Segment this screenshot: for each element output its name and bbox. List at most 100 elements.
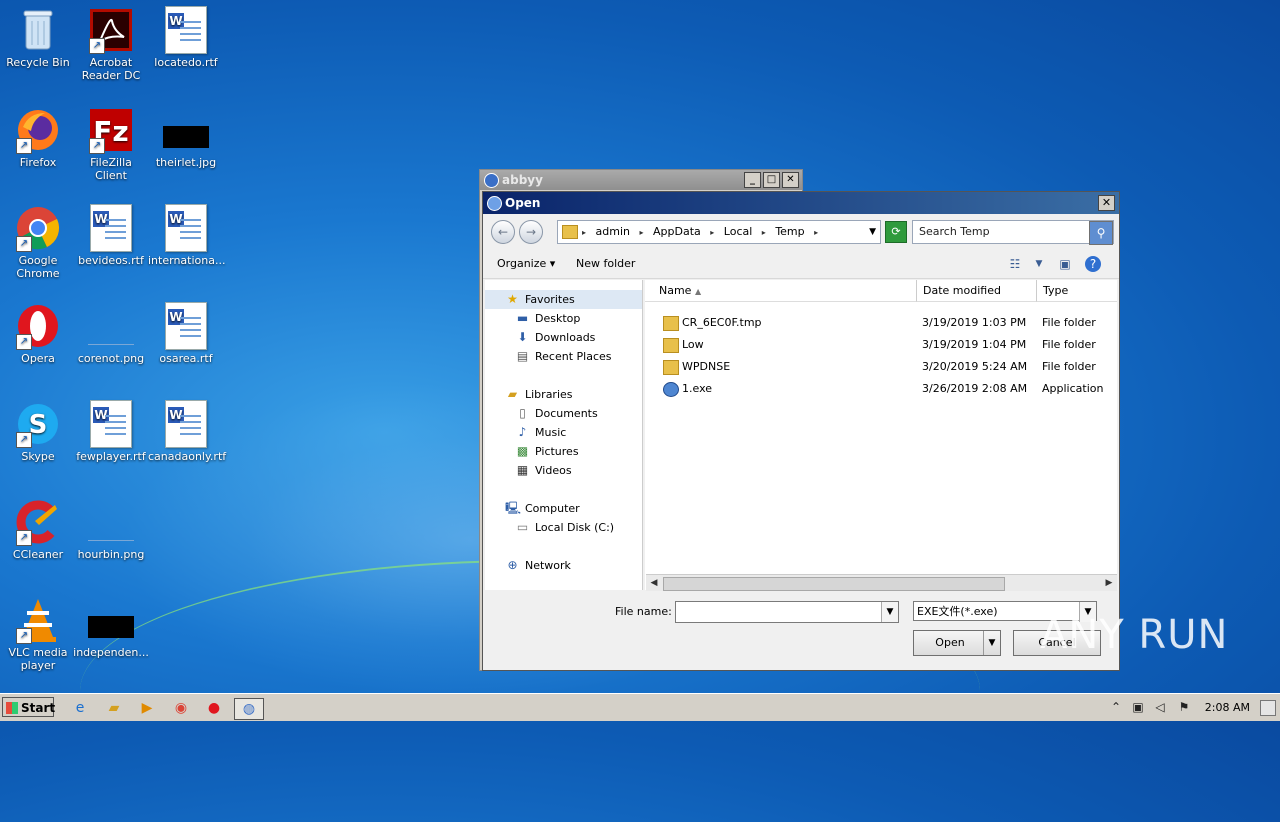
breadcrumb-temp[interactable]: Temp [775,225,804,238]
help-icon[interactable]: ? [1085,256,1101,272]
nav-network[interactable]: ⊕ Network [485,556,642,575]
show-desktop-button[interactable] [1260,700,1276,716]
start-button[interactable]: Start [2,697,55,717]
app-icon [484,173,499,188]
horizontal-scrollbar[interactable]: ◀ ▶ [646,574,1117,591]
nav-favorites[interactable]: ★ Favorites [485,290,642,309]
file-date: 3/19/2019 1:03 PM [922,316,1027,329]
breadcrumb-admin[interactable]: admin [596,225,630,238]
abbyy-title-bar[interactable]: abbyy _ □ ✕ [480,170,802,190]
clock[interactable]: 2:08 AM [1205,694,1250,721]
nav-pictures[interactable]: ▩ Pictures [485,442,642,461]
desktop-icon-skype[interactable]: S ↗ Skype [0,400,76,463]
minimize-button[interactable]: _ [744,172,761,188]
file-explorer-icon[interactable]: ▰ [104,698,124,718]
abbyy-taskbar-button[interactable]: ◍ [234,698,264,720]
file-row[interactable]: CR_6EC0F.tmp 3/19/2019 1:03 PM File fold… [645,312,1117,334]
desktop-icon-locatedo[interactable]: W locatedo.rtf [148,6,224,69]
search-icon[interactable]: ⚲ [1089,221,1113,245]
show-hidden-icons-icon[interactable]: ⌃ [1108,698,1124,716]
nav-music[interactable]: ♪ Music [485,423,642,442]
dialog-title-bar[interactable]: Open ✕ [483,192,1119,214]
chevron-down-icon[interactable]: ▼ [1031,256,1047,272]
breadcrumb-separator-icon[interactable]: ▸ [814,228,818,237]
breadcrumb-appdata[interactable]: AppData [653,225,701,238]
file-row[interactable]: WPDNSE 3/20/2019 5:24 AM File folder [645,356,1117,378]
desktop-icon-acrobat[interactable]: ↗ Acrobat Reader DC [73,6,149,82]
desktop-icon-firefox[interactable]: ↗ Firefox [0,106,76,169]
application-icon [663,382,679,397]
desktop-icon-corenot[interactable]: corenot.png [73,302,149,365]
opera-icon[interactable]: ● [204,698,224,718]
scroll-left-icon[interactable]: ◀ [646,575,662,591]
close-button[interactable]: ✕ [782,172,799,188]
scrollbar-thumb[interactable] [663,577,1005,591]
maximize-button[interactable]: □ [763,172,780,188]
refresh-icon[interactable]: ⟳ [885,221,907,243]
forward-button[interactable]: → [519,220,543,244]
nav-desktop[interactable]: ▬ Desktop [485,309,642,328]
volume-icon[interactable]: ◁ [1152,698,1168,716]
new-folder-button[interactable]: New folder [576,250,635,278]
chevron-down-icon[interactable]: ▼ [983,631,1000,655]
desktop-icon-osarea[interactable]: W osarea.rtf [148,302,224,365]
nav-local-disk[interactable]: ▭ Local Disk (C:) [485,518,642,537]
column-header-name[interactable]: Name ▲ [645,280,917,302]
column-header-date[interactable]: Date modified [917,280,1037,302]
nav-computer[interactable]: 🖳 Computer [485,499,642,518]
desktop-icon-fewplayer[interactable]: W fewplayer.rtf [73,400,149,463]
desktop-icon-chrome[interactable]: ↗ Google Chrome [0,204,76,280]
open-dialog[interactable]: Open ✕ ← → ▸ admin ▸ AppData ▸ Local ▸ T… [482,191,1120,671]
address-bar[interactable]: ▸ admin ▸ AppData ▸ Local ▸ Temp ▸ ▼ [557,220,881,244]
breadcrumb-separator-icon[interactable]: ▸ [762,228,766,237]
navigation-pane: ★ Favorites ▬ Desktop ⬇ Downloads ▤ Rece… [485,280,643,590]
chevron-down-icon[interactable]: ▼ [881,602,898,622]
file-row[interactable]: Low 3/19/2019 1:04 PM File folder [645,334,1117,356]
dialog-close-button[interactable]: ✕ [1098,195,1115,211]
desktop-icon-opera[interactable]: ↗ Opera [0,302,76,365]
folder-icon [562,225,578,239]
shortcut-arrow-icon: ↗ [89,38,105,54]
back-button[interactable]: ← [491,220,515,244]
network-tray-icon[interactable]: ▣ [1130,698,1146,716]
chrome-icon[interactable]: ◉ [171,698,191,718]
dialog-footer: File name: ▼ EXE文件(*.exe) ▼ Open ▼ Cance… [483,592,1119,670]
search-input[interactable]: Search Temp ⚲ [912,220,1114,245]
abbyy-title: abbyy [502,173,543,187]
media-player-icon[interactable]: ▶ [137,698,157,718]
breadcrumb-separator-icon[interactable]: ▸ [639,228,643,237]
internet-explorer-icon[interactable]: e [70,698,90,718]
desktop-icon-canadaonly[interactable]: W canadaonly.rtf [148,400,226,463]
scroll-right-icon[interactable]: ▶ [1101,575,1117,591]
file-name-input[interactable] [676,602,879,620]
breadcrumb-separator-icon[interactable]: ▸ [710,228,714,237]
chevron-down-icon[interactable]: ▼ [869,221,876,243]
desktop-icon-filezilla[interactable]: Fz ↗ FileZilla Client [73,106,149,182]
file-row[interactable]: 1.exe 3/26/2019 2:08 AM Application [645,378,1117,400]
desktop-icon-recycle-bin[interactable]: Recycle Bin [0,6,76,69]
nav-downloads[interactable]: ⬇ Downloads [485,328,642,347]
file-name-field[interactable]: ▼ [675,601,899,623]
desktop-icon-internationa[interactable]: W internationa... [148,204,225,267]
image-icon [87,302,135,350]
desktop-icon-independen[interactable]: independen... [73,596,149,659]
view-options-icon[interactable]: ☷ [1007,256,1023,272]
action-center-flag-icon[interactable]: ⚑ [1176,698,1192,716]
nav-videos[interactable]: ▦ Videos [485,461,642,480]
open-button[interactable]: Open ▼ [913,630,1001,656]
desktop-icon-theirlet[interactable]: theirlet.jpg [148,106,224,169]
column-header-type[interactable]: Type [1037,280,1117,302]
desktop-icon-ccleaner[interactable]: ↗ CCleaner [0,498,76,561]
nav-recent-places[interactable]: ▤ Recent Places [485,347,642,366]
organize-button[interactable]: Organize ▾ [497,250,555,278]
nav-documents[interactable]: ▯ Documents [485,404,642,423]
desktop-icon-vlc[interactable]: ↗ VLC media player [0,596,76,672]
desktop-icon-label: Firefox [19,156,57,169]
shortcut-arrow-icon: ↗ [16,628,32,644]
desktop-icon-bevideos[interactable]: W bevideos.rtf [73,204,149,267]
breadcrumb-separator-icon[interactable]: ▸ [582,228,586,237]
breadcrumb-local[interactable]: Local [724,225,753,238]
preview-pane-icon[interactable]: ▣ [1057,256,1073,272]
nav-libraries[interactable]: ▰ Libraries [485,385,642,404]
desktop-icon-hourbin[interactable]: hourbin.png [73,498,149,561]
